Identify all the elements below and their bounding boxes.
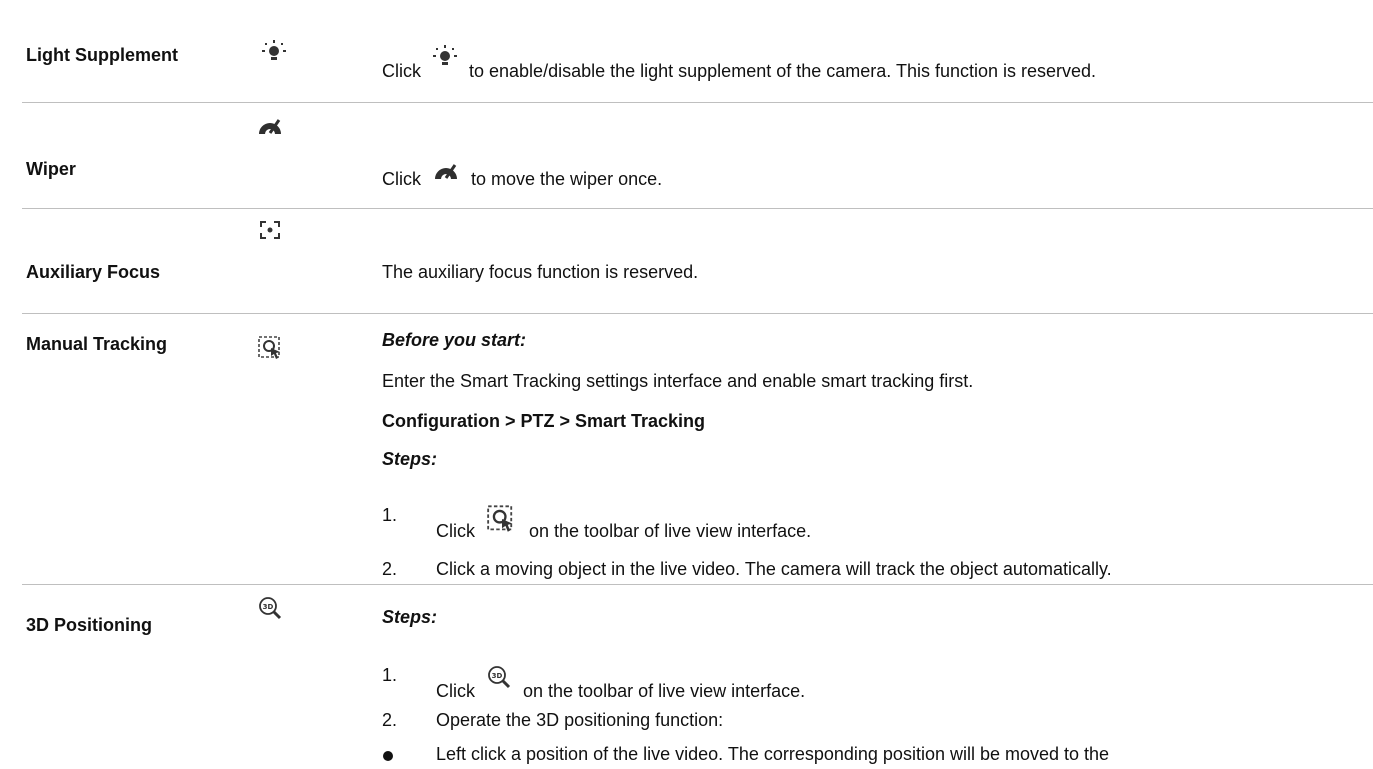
row-name-auxiliary-focus: Auxiliary Focus [26,262,161,282]
svg-text:3D: 3D [492,672,503,680]
before-you-start-label: Before you start: [382,330,527,350]
row-divider [22,102,1373,103]
row-divider [22,584,1373,585]
row-desc-light-supplement: Click to enable/disable the light supple… [382,45,1096,82]
manual-tracking-inline-icon [487,505,513,532]
bullet-text: Left click a position of the live video.… [436,744,1110,764]
steps-label: Steps: [382,607,438,627]
step-after: on the toolbar of live view interface. [523,681,806,701]
wiper-inline-icon [435,164,457,179]
row-name-light-supplement: Light Supplement [26,45,178,65]
step-text: Operate the 3D positioning function: [436,710,724,730]
row-desc-wiper: Click to move the wiper once. [382,159,662,190]
step-number: 1. [382,505,398,525]
desc-after: to enable/disable the light supplement o… [469,61,1097,81]
step-text: Click 3D on the toolbar of live view int… [436,665,805,702]
desc-before: Click [382,169,421,189]
step-number: 1. [382,665,398,685]
manual-tracking-icon [258,336,280,359]
step-text: Click on the toolbar of live view interf… [436,505,811,542]
svg-text:3D: 3D [263,603,274,611]
3d-positioning-inline-icon: 3D [488,666,511,689]
config-path: Configuration > PTZ > Smart Tracking [382,411,706,431]
row-desc-auxiliary-focus: The auxiliary focus function is reserved… [382,262,699,282]
light-supplement-icon [262,40,286,60]
wiper-icon [259,119,281,134]
desc-after: to move the wiper once. [471,169,663,189]
row-name-3d-positioning: 3D Positioning [26,615,152,635]
step-before: Click [436,521,475,541]
auxiliary-focus-icon [260,221,280,239]
row-name-manual-tracking: Manual Tracking [26,334,168,354]
step-number: 2. [382,710,398,730]
step-after: on the toolbar of live view interface. [529,521,812,541]
row-divider [22,208,1373,209]
desc-before: Click [382,61,421,81]
row-divider [22,313,1373,314]
3d-positioning-icon: 3D [259,597,282,620]
steps-label: Steps: [382,449,438,469]
row-name-wiper: Wiper [26,159,76,179]
step-text: Click a moving object in the live video.… [436,559,1112,579]
step-number: 2. [382,559,398,579]
step-before: Click [436,681,475,701]
light-supplement-inline-icon [433,45,457,65]
bullet-dot [383,751,393,761]
before-you-start-text: Enter the Smart Tracking settings interf… [382,371,974,391]
